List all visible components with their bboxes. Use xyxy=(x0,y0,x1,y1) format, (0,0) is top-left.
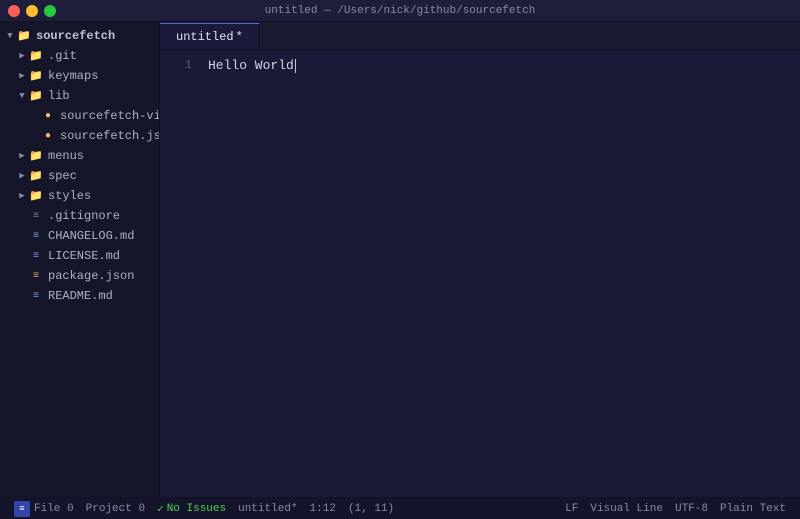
status-position-label: 1:12 xyxy=(310,503,336,515)
sidebar: ▼ 📁 sourcefetch ▶ 📁 .git ▶ 📁 keymaps ▼ 📁… xyxy=(0,22,160,497)
main-layout: ▼ 📁 sourcefetch ▶ 📁 .git ▶ 📁 keymaps ▼ 📁… xyxy=(0,22,800,497)
traffic-lights xyxy=(8,5,56,17)
sidebar-item-label: README.md xyxy=(48,289,113,303)
status-line-ending[interactable]: LF xyxy=(559,498,584,519)
sidebar-item-keymaps[interactable]: ▶ 📁 keymaps xyxy=(0,66,159,86)
folder-icon: 📁 xyxy=(28,48,44,64)
code-area[interactable]: Hello World xyxy=(200,50,800,497)
text-cursor xyxy=(295,59,296,73)
expand-arrow: ▶ xyxy=(16,170,28,182)
status-no-issues-label: No Issues xyxy=(167,503,226,515)
status-project-label: Project xyxy=(86,503,132,515)
check-icon: ✓ xyxy=(157,502,164,516)
title-bar: untitled — /Users/nick/github/sourcefetc… xyxy=(0,0,800,22)
file-generic-icon: ≡ xyxy=(28,208,44,224)
status-syntax[interactable]: Plain Text xyxy=(714,498,792,519)
sidebar-item-label: sourcefetch.js xyxy=(60,129,160,143)
close-button[interactable] xyxy=(8,5,20,17)
sidebar-item-changelog[interactable]: ▶ ≡ CHANGELOG.md xyxy=(0,226,159,246)
file-md-icon: ≡ xyxy=(28,288,44,304)
status-syntax-label: Plain Text xyxy=(720,503,786,515)
sidebar-item-sourcefetch-js[interactable]: ▶ ● sourcefetch.js xyxy=(0,126,159,146)
file-js-icon: ● xyxy=(40,108,56,124)
file-md-icon: ≡ xyxy=(28,248,44,264)
status-file-num: 0 xyxy=(67,503,74,515)
folder-icon: 📁 xyxy=(16,28,32,44)
sidebar-item-sourcefetch-view[interactable]: ▶ ● sourcefetch-view.js xyxy=(0,106,159,126)
sidebar-item-label: lib xyxy=(48,89,70,103)
status-position[interactable]: 1:12 xyxy=(304,498,342,519)
expand-arrow: ▶ xyxy=(16,190,28,202)
status-mode[interactable]: Visual Line xyxy=(584,498,669,519)
sidebar-item-label: spec xyxy=(48,169,77,183)
expand-arrow: ▶ xyxy=(16,70,28,82)
sidebar-item-readme[interactable]: ▶ ≡ README.md xyxy=(0,286,159,306)
folder-icon: 📁 xyxy=(28,188,44,204)
sidebar-item-gitignore[interactable]: ▶ ≡ .gitignore xyxy=(0,206,159,226)
collapse-arrow: ▼ xyxy=(4,30,16,42)
expand-arrow: ▶ xyxy=(16,50,28,62)
status-filename[interactable]: untitled* xyxy=(232,498,303,519)
sidebar-item-label: package.json xyxy=(48,269,134,283)
root-label: sourcefetch xyxy=(36,29,115,43)
maximize-button[interactable] xyxy=(44,5,56,17)
tab-untitled[interactable]: untitled* xyxy=(160,23,260,49)
sidebar-item-menus[interactable]: ▶ 📁 menus xyxy=(0,146,159,166)
minimize-button[interactable] xyxy=(26,5,38,17)
status-line-ending-label: LF xyxy=(565,503,578,515)
file-js-icon: ● xyxy=(40,128,56,144)
folder-icon: 📁 xyxy=(28,148,44,164)
code-text: Hello World xyxy=(208,56,294,77)
sidebar-item-label: styles xyxy=(48,189,91,203)
status-project[interactable]: Project 0 xyxy=(80,498,151,519)
file-json-icon: ≡ xyxy=(28,268,44,284)
status-filename-label: untitled* xyxy=(238,503,297,515)
sidebar-item-label: .gitignore xyxy=(48,209,120,223)
folder-icon: 📁 xyxy=(28,168,44,184)
status-mode-label: Visual Line xyxy=(590,503,663,515)
sidebar-item-label: LICENSE.md xyxy=(48,249,120,263)
file-icon: ≡ xyxy=(14,501,30,517)
folder-icon: 📁 xyxy=(28,88,44,104)
status-encoding-label: UTF-8 xyxy=(675,503,708,515)
sidebar-root[interactable]: ▼ 📁 sourcefetch xyxy=(0,26,159,46)
file-md-icon: ≡ xyxy=(28,228,44,244)
expand-arrow: ▶ xyxy=(16,150,28,162)
status-file[interactable]: ≡ File 0 xyxy=(8,498,80,519)
line-number: 1 xyxy=(160,56,192,75)
sidebar-item-packagejson[interactable]: ▶ ≡ package.json xyxy=(0,266,159,286)
status-bar: ≡ File 0 Project 0 ✓ No Issues untitled*… xyxy=(0,497,800,519)
status-no-issues[interactable]: ✓ No Issues xyxy=(151,498,232,519)
status-encoding[interactable]: UTF-8 xyxy=(669,498,714,519)
sidebar-item-label: CHANGELOG.md xyxy=(48,229,134,243)
tab-bar: untitled* xyxy=(160,22,800,50)
sidebar-item-git[interactable]: ▶ 📁 .git xyxy=(0,46,159,66)
tab-label: untitled xyxy=(176,30,234,44)
sidebar-item-label: .git xyxy=(48,49,77,63)
sidebar-item-label: sourcefetch-view.js xyxy=(60,109,160,123)
code-line-1: Hello World xyxy=(208,56,800,76)
window-title: untitled — /Users/nick/github/sourcefetc… xyxy=(265,5,536,17)
status-file-label: File xyxy=(34,503,60,515)
status-selection-label: (1, 11) xyxy=(348,503,394,515)
status-project-num: 0 xyxy=(138,503,145,515)
sidebar-item-styles[interactable]: ▶ 📁 styles xyxy=(0,186,159,206)
sidebar-item-lib[interactable]: ▼ 📁 lib xyxy=(0,86,159,106)
tab-modified: * xyxy=(236,30,243,44)
folder-icon: 📁 xyxy=(28,68,44,84)
editor-content[interactable]: 1 Hello World xyxy=(160,50,800,497)
sidebar-item-label: keymaps xyxy=(48,69,98,83)
sidebar-item-label: menus xyxy=(48,149,84,163)
collapse-arrow: ▼ xyxy=(16,90,28,102)
line-numbers: 1 xyxy=(160,50,200,497)
sidebar-item-spec[interactable]: ▶ 📁 spec xyxy=(0,166,159,186)
editor-area: untitled* 1 Hello World xyxy=(160,22,800,497)
status-selection[interactable]: (1, 11) xyxy=(342,498,400,519)
sidebar-item-license[interactable]: ▶ ≡ LICENSE.md xyxy=(0,246,159,266)
